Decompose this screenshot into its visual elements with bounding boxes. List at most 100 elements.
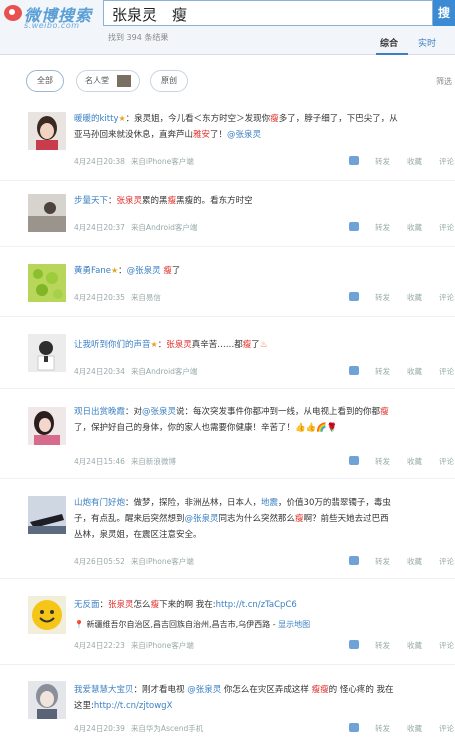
post-time-link[interactable]: 4月24日20:39 bbox=[74, 724, 125, 733]
user-avatar[interactable] bbox=[28, 334, 66, 372]
post-segment: 怎么 bbox=[133, 600, 151, 610]
keyword-link[interactable]: 地震 bbox=[261, 498, 278, 508]
post-time-link[interactable]: 4月24日15:46 bbox=[74, 457, 125, 466]
post-segment: ： bbox=[157, 340, 167, 350]
favorite-button[interactable]: 收藏 bbox=[407, 640, 422, 651]
username-link[interactable]: 暖暖的kitty bbox=[74, 114, 118, 124]
post-text: 步量天下：张泉灵累的黑瘦黑瘦的。看东方时空 bbox=[74, 193, 455, 209]
username-link[interactable]: 观日出赏晚霞 bbox=[74, 407, 125, 417]
like-icon[interactable] bbox=[349, 156, 359, 165]
post-time-link[interactable]: 4月24日22:23 bbox=[74, 641, 125, 650]
post-time-link[interactable]: 4月24日20:35 bbox=[74, 293, 125, 302]
user-avatar[interactable] bbox=[28, 112, 66, 150]
mention-link[interactable]: @张泉灵 bbox=[185, 514, 219, 524]
location-text: 新疆维吾尔自治区,昌吉回族自治州,昌吉市,乌伊西路 bbox=[86, 620, 271, 629]
favorite-button[interactable]: 收藏 bbox=[407, 156, 422, 167]
favorite-button[interactable]: 收藏 bbox=[407, 556, 422, 567]
weibo-search-logo[interactable]: 微博搜索 s.weibo.com bbox=[4, 2, 96, 34]
like-icon[interactable] bbox=[349, 366, 359, 375]
like-icon[interactable] bbox=[349, 456, 359, 465]
repost-button[interactable]: 转发 bbox=[375, 156, 390, 167]
username-link[interactable]: 让我听到你们的声音 bbox=[74, 340, 151, 350]
favorite-button[interactable]: 收藏 bbox=[407, 222, 422, 233]
filter-celebrity-button[interactable]: 名人堂 bbox=[76, 70, 140, 92]
show-map-link[interactable]: 显示地图 bbox=[278, 620, 310, 629]
username-link[interactable]: 黄勇Fane bbox=[74, 266, 111, 276]
repost-button[interactable]: 转发 bbox=[375, 292, 390, 303]
favorite-button[interactable]: 收藏 bbox=[407, 456, 422, 467]
post-source: 来自华为Ascend手机 bbox=[130, 724, 204, 733]
repost-button[interactable]: 转发 bbox=[375, 222, 390, 233]
comment-button[interactable]: 评论 bbox=[439, 292, 454, 303]
user-avatar[interactable] bbox=[28, 407, 66, 445]
short-url-link[interactable]: http://t.cn/zjtowgX bbox=[94, 701, 173, 711]
post-text: 山炮有门好炮：做梦，探险，非洲丛林，日本人，地震，价值30万的翡翠镯子，毒虫 子… bbox=[74, 495, 455, 543]
comment-button[interactable]: 评论 bbox=[439, 723, 454, 734]
post-segment: ，价值30万的翡翠镯子，毒虫 bbox=[278, 498, 391, 508]
user-avatar[interactable] bbox=[28, 264, 66, 302]
post-time-link[interactable]: 4月24日20:34 bbox=[74, 367, 125, 376]
filter-more-link[interactable]: 筛选 bbox=[436, 76, 452, 87]
like-icon[interactable] bbox=[349, 640, 359, 649]
active-tab-indicator bbox=[376, 53, 408, 55]
post-text: 观日出赏晚霞：对@张泉灵说：每次突发事件你都冲到一线，从电视上看到的你都瘦 了，… bbox=[74, 404, 455, 436]
thumbs-up-emoji-icon: 👍👍 bbox=[295, 423, 317, 433]
filter-all-button[interactable]: 全部 bbox=[26, 70, 64, 92]
comment-button[interactable]: 评论 bbox=[439, 222, 454, 233]
result-count: 找到 394 条结果 bbox=[108, 33, 169, 42]
filter-original-button[interactable]: 原创 bbox=[150, 70, 188, 92]
repost-button[interactable]: 转发 bbox=[375, 556, 390, 567]
candle-emoji-icon: ♨ bbox=[259, 340, 268, 350]
comment-button[interactable]: 评论 bbox=[439, 366, 454, 377]
favorite-button[interactable]: 收藏 bbox=[407, 723, 422, 734]
username-link[interactable]: 我爱慧慧大宝贝 bbox=[74, 685, 134, 695]
post-time-link[interactable]: 4月24日20:37 bbox=[74, 223, 125, 232]
post-segment: 亚马孙回来就没休息，直奔芦山 bbox=[74, 130, 194, 140]
tab-realtime[interactable]: 实时 bbox=[418, 36, 436, 49]
repost-button[interactable]: 转发 bbox=[375, 640, 390, 651]
post-text: 无反面：张泉灵怎么瘦下来的啊 我在:http://t.cn/zTaCpC6 bbox=[74, 597, 455, 613]
post-source: 来自新浪微博 bbox=[130, 457, 176, 466]
favorite-button[interactable]: 收藏 bbox=[407, 292, 422, 303]
repost-button[interactable]: 转发 bbox=[375, 456, 390, 467]
user-avatar[interactable] bbox=[28, 681, 66, 719]
rose-emoji-icon: 🌹 bbox=[326, 423, 338, 433]
mention-link[interactable]: @张泉灵 bbox=[187, 685, 221, 695]
comment-button[interactable]: 评论 bbox=[439, 156, 454, 167]
celebrity-avatar-icon bbox=[117, 75, 131, 87]
post-time-link[interactable]: 4月26日05:52 bbox=[74, 557, 125, 566]
filter-celebrity-label: 名人堂 bbox=[85, 76, 109, 85]
short-url-link[interactable]: http://t.cn/zTaCpC6 bbox=[216, 600, 297, 610]
comment-button[interactable]: 评论 bbox=[439, 556, 454, 567]
username-link[interactable]: 无反面 bbox=[74, 600, 100, 610]
like-icon[interactable] bbox=[349, 723, 359, 732]
user-avatar[interactable] bbox=[28, 496, 66, 534]
username-link[interactable]: 步量天下 bbox=[74, 196, 108, 206]
favorite-button[interactable]: 收藏 bbox=[407, 366, 422, 377]
post-meta: 4月24日20:39 来自华为Ascend手机 bbox=[74, 723, 203, 734]
divider bbox=[0, 478, 455, 479]
comment-button[interactable]: 评论 bbox=[439, 456, 454, 467]
like-icon[interactable] bbox=[349, 556, 359, 565]
comment-button[interactable]: 评论 bbox=[439, 640, 454, 651]
like-icon[interactable] bbox=[349, 222, 359, 231]
post-segment: 子，有点乱。醒来后突然想到 bbox=[74, 514, 185, 524]
mention-link[interactable]: @张泉灵 bbox=[227, 130, 261, 140]
post-text: 暖暖的kitty★：泉灵姐，今儿看＜东方时空＞发现你瘦多了，脖子细了，下巴尖了，… bbox=[74, 111, 455, 143]
repost-button[interactable]: 转发 bbox=[375, 366, 390, 377]
mention-link[interactable]: @张泉灵 bbox=[142, 407, 176, 417]
search-button[interactable]: 搜 bbox=[433, 0, 455, 26]
post-segment: 下来的啊 我在: bbox=[159, 600, 216, 610]
user-avatar[interactable] bbox=[28, 194, 66, 232]
mention-link[interactable]: @张泉灵 bbox=[127, 266, 161, 276]
like-icon[interactable] bbox=[349, 292, 359, 301]
repost-button[interactable]: 转发 bbox=[375, 723, 390, 734]
tab-comprehensive[interactable]: 综合 bbox=[380, 36, 398, 49]
keyword-highlight: 瘦 bbox=[242, 340, 252, 350]
user-avatar[interactable] bbox=[28, 596, 66, 634]
post-segment: 了，保护好自己的身体，你的家人也需要你健康！辛苦了！ bbox=[74, 423, 296, 433]
search-input[interactable]: 张泉灵 瘦 bbox=[103, 0, 433, 26]
post-time-link[interactable]: 4月24日20:38 bbox=[74, 157, 125, 166]
divider bbox=[0, 180, 455, 181]
username-link[interactable]: 山炮有门好炮 bbox=[74, 498, 125, 508]
